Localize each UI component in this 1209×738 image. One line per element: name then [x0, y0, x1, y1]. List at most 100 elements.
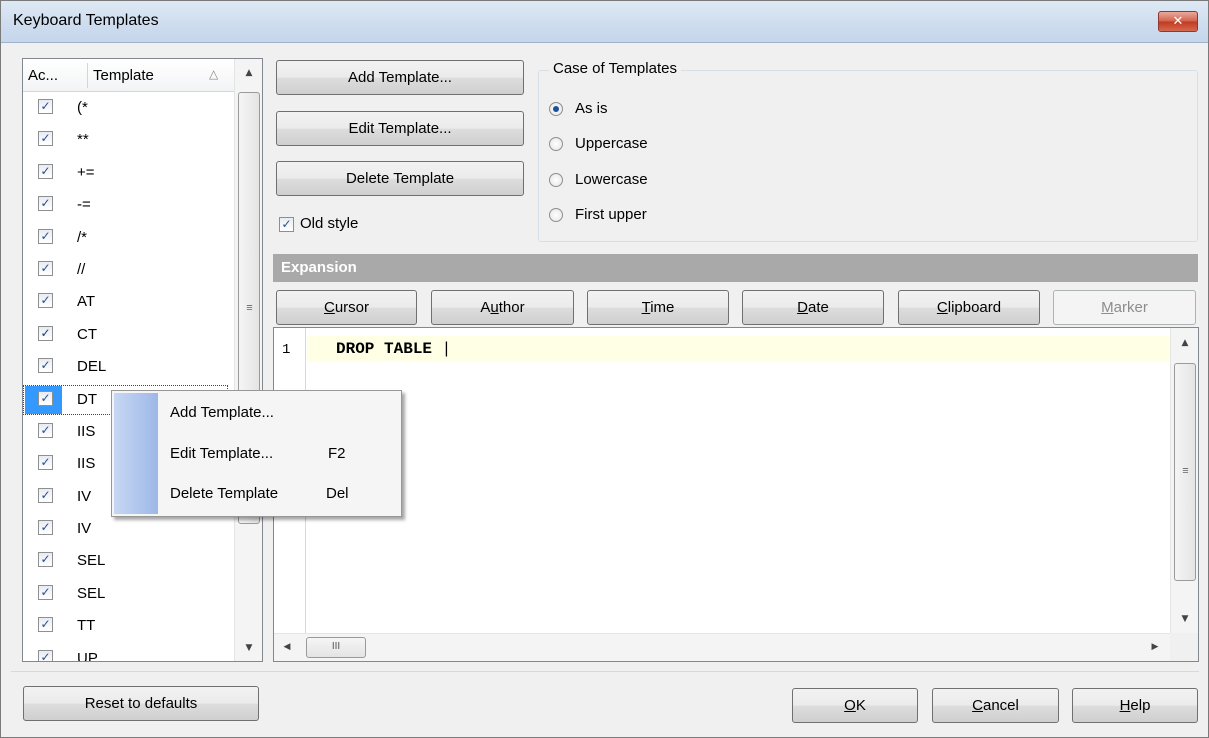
radio-icon[interactable] [549, 137, 563, 151]
template-row[interactable]: ✓ TT [23, 610, 234, 642]
template-name: DEL [77, 358, 107, 376]
add-template-button[interactable]: Add Template... [276, 60, 524, 95]
template-row[interactable]: ✓ -= [23, 189, 234, 221]
list-vertical-scrollbar[interactable]: ▲ ≡ ▼ [234, 59, 262, 661]
template-row[interactable]: ✓ ** [23, 124, 234, 156]
insert-author-button[interactable]: Author [431, 290, 574, 325]
ok-button[interactable]: OK [792, 688, 918, 723]
radio-label: Uppercase [575, 135, 648, 152]
editor-hscroll-thumb[interactable]: III [306, 637, 366, 658]
scroll-up-arrow-icon[interactable]: ▲ [1171, 338, 1199, 348]
delete-template-button[interactable]: Delete Template [276, 161, 524, 196]
active-checkbox[interactable]: ✓ [38, 358, 53, 374]
active-checkbox[interactable]: ✓ [38, 552, 53, 568]
context-edit-template[interactable]: Edit Template... [170, 445, 273, 462]
active-checkbox[interactable]: ✓ [38, 293, 53, 309]
help-button[interactable]: Help [1072, 688, 1198, 723]
template-name: IIS [77, 422, 96, 440]
close-button[interactable]: ✕ [1158, 11, 1198, 32]
active-checkbox[interactable]: ✓ [38, 520, 53, 536]
list-header: Ac... Template △ [23, 59, 234, 92]
template-row[interactable]: ✓ SEL [23, 578, 234, 610]
template-row[interactable]: ✓ (* [23, 92, 234, 124]
scroll-up-arrow-icon[interactable]: ▲ [235, 68, 262, 78]
button-label: ursor [334, 299, 370, 316]
active-checkbox[interactable]: ✓ [38, 196, 53, 212]
active-checkbox[interactable]: ✓ [38, 455, 53, 471]
code-line[interactable]: DROP TABLE | [336, 340, 451, 358]
old-style-checkbox[interactable]: ✓ [279, 217, 294, 232]
template-name: SEL [77, 584, 106, 602]
active-checkbox[interactable]: ✓ [38, 487, 53, 503]
shortcut-del: Del [326, 485, 349, 502]
radio-label: As is [575, 100, 608, 117]
editor-vertical-scrollbar[interactable]: ▲ ≡ ▼ [1170, 328, 1198, 634]
scroll-down-arrow-icon[interactable]: ▼ [235, 643, 262, 653]
reset-to-defaults-button[interactable]: Reset to defaults [23, 686, 259, 721]
case-of-templates-group: Case of Templates As is Uppercase Lowerc… [538, 60, 1198, 242]
template-name: IV [77, 487, 92, 505]
template-row[interactable]: ✓ AT [23, 286, 234, 318]
editor-horizontal-scrollbar[interactable]: ◀ III ▶ [274, 633, 1170, 661]
template-row[interactable]: ✓ // [23, 254, 234, 286]
column-header-active[interactable]: Ac... [28, 67, 58, 84]
active-checkbox[interactable]: ✓ [38, 228, 53, 244]
active-checkbox[interactable]: ✓ [38, 390, 53, 406]
column-header-template[interactable]: Template [93, 67, 154, 84]
templates-list[interactable]: Ac... Template △ ✓ (* ✓ ** ✓ += ✓ -= ✓ /* ✓ // ✓ AT ✓ C… [22, 58, 263, 662]
radio-icon[interactable] [549, 208, 563, 222]
context-delete-template[interactable]: Delete Template [170, 485, 278, 502]
dialog-title: Keyboard Templates [13, 12, 159, 29]
template-row[interactable]: ✓ CT [23, 319, 234, 351]
template-name: IIS [77, 455, 96, 473]
template-name: += [77, 163, 95, 181]
template-row[interactable]: ✓ DEL [23, 351, 234, 383]
mnemonic: C [972, 697, 983, 714]
title-bar: Keyboard Templates ✕ [1, 1, 1208, 43]
button-label: K [855, 697, 866, 714]
active-checkbox[interactable]: ✓ [38, 163, 53, 179]
template-name: UP [77, 649, 98, 662]
active-checkbox[interactable]: ✓ [38, 260, 53, 276]
expansion-editor[interactable]: 1 DROP TABLE | ▲ ≡ ▼ ◀ III ▶ [273, 327, 1199, 662]
edit-template-button[interactable]: Edit Template... [276, 111, 524, 146]
template-row[interactable]: ✓ UP [23, 643, 234, 662]
scroll-right-arrow-icon[interactable]: ▶ [1144, 642, 1166, 652]
template-row[interactable]: ✓ SEL [23, 545, 234, 577]
insert-date-button[interactable]: Date [742, 290, 884, 325]
insert-marker-button[interactable]: Marker [1053, 290, 1196, 325]
close-icon: ✕ [1172, 14, 1184, 29]
insert-cursor-button[interactable]: Cursor [276, 290, 417, 325]
scroll-left-arrow-icon[interactable]: ◀ [276, 642, 298, 652]
line-number: 1 [282, 342, 291, 358]
column-divider[interactable] [87, 63, 88, 88]
active-checkbox[interactable]: ✓ [38, 131, 53, 147]
radio-label: First upper [575, 206, 647, 223]
active-checkbox[interactable]: ✓ [38, 325, 53, 341]
button-label: ime [650, 299, 675, 316]
context-menu-icon-strip [114, 393, 158, 514]
cancel-button[interactable]: Cancel [932, 688, 1059, 723]
radio-icon[interactable] [549, 173, 563, 187]
radio-selected-icon[interactable] [549, 102, 563, 116]
active-checkbox[interactable]: ✓ [38, 617, 53, 633]
template-row[interactable]: ✓ /* [23, 222, 234, 254]
editor-scroll-thumb[interactable]: ≡ [1174, 363, 1196, 581]
button-label: ancel [982, 697, 1019, 714]
mnemonic: T [641, 299, 651, 316]
context-add-template[interactable]: Add Template... [170, 404, 274, 421]
insert-time-button[interactable]: Time [587, 290, 729, 325]
template-name: AT [77, 293, 96, 311]
template-row[interactable]: ✓ += [23, 157, 234, 189]
active-checkbox[interactable]: ✓ [38, 422, 53, 438]
scroll-down-arrow-icon[interactable]: ▼ [1171, 614, 1199, 624]
template-row[interactable]: ✓ IV [23, 513, 234, 545]
insert-clipboard-button[interactable]: Clipboard [898, 290, 1040, 325]
template-name: DT [77, 390, 97, 408]
template-rows: ✓ (* ✓ ** ✓ += ✓ -= ✓ /* ✓ // ✓ AT ✓ CT ✓ DEL ✓ DT ✓ IIS ✓ IIS ✓… [23, 92, 234, 662]
radio-label: Lowercase [575, 171, 648, 188]
template-name: ** [77, 131, 89, 149]
active-checkbox[interactable]: ✓ [38, 649, 53, 661]
active-checkbox[interactable]: ✓ [38, 99, 53, 114]
active-checkbox[interactable]: ✓ [38, 584, 53, 600]
